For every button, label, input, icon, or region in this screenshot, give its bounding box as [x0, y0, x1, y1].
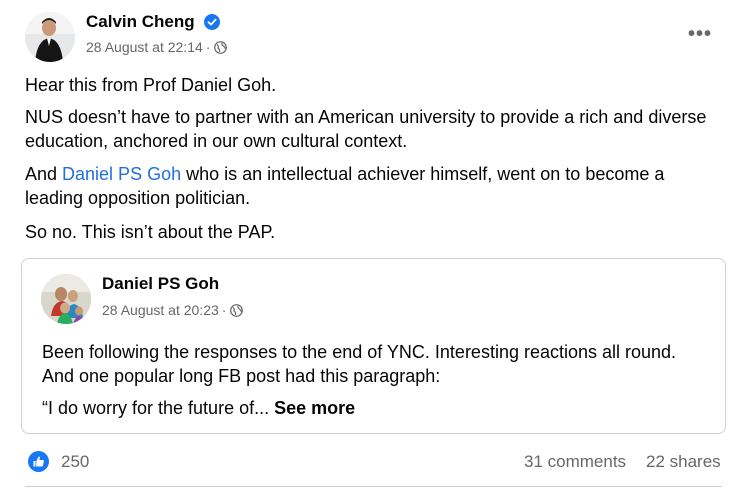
post-timestamp[interactable]: 28 August at 22:14	[86, 39, 203, 55]
shared-meta-separator: ·	[221, 302, 227, 318]
shared-post-card[interactable]: Daniel PS Goh 28 August at 20:23 · Been …	[21, 258, 726, 434]
reaction-count[interactable]: 250	[61, 452, 89, 472]
post-meta: 28 August at 22:14 ·	[86, 39, 228, 55]
facebook-post: Calvin Cheng 28 August at 22:14 · ••• He…	[0, 0, 746, 489]
comments-count[interactable]: 31 comments	[524, 452, 626, 472]
post-paragraph-3: And Daniel PS Goh who is an intellectual…	[25, 162, 715, 210]
verified-badge-icon	[204, 14, 220, 30]
shared-post-text: Been following the responses to the end …	[42, 342, 677, 386]
footer-divider	[25, 486, 722, 487]
meta-separator: ·	[205, 39, 211, 55]
shared-author-name[interactable]: Daniel PS Goh	[102, 274, 219, 294]
globe-icon[interactable]	[230, 303, 244, 317]
more-options-icon[interactable]: •••	[684, 20, 716, 48]
see-more-link[interactable]: See more	[274, 398, 355, 418]
thumbs-up-icon[interactable]	[28, 451, 49, 472]
post-paragraph-4: So no. This isn’t about the PAP.	[25, 222, 276, 242]
shared-author-avatar[interactable]	[41, 274, 91, 324]
author-name[interactable]: Calvin Cheng	[86, 12, 195, 32]
shares-count[interactable]: 22 shares	[646, 452, 721, 472]
quote-text: “I do worry for the future of...	[42, 398, 275, 418]
post-paragraph-2: NUS doesn’t have to partner with an Amer…	[25, 107, 707, 151]
post-paragraph-1: Hear this from Prof Daniel Goh.	[25, 75, 277, 95]
mention-link[interactable]: Daniel PS Goh	[62, 164, 181, 184]
globe-icon[interactable]	[214, 40, 228, 54]
shared-post-quote: “I do worry for the future of... See mor…	[42, 396, 712, 420]
paragraph-3-prefix: And	[25, 164, 63, 184]
shared-post-meta: 28 August at 20:23 ·	[102, 302, 244, 318]
author-avatar[interactable]	[25, 12, 75, 62]
shared-post-timestamp[interactable]: 28 August at 20:23	[102, 302, 219, 318]
